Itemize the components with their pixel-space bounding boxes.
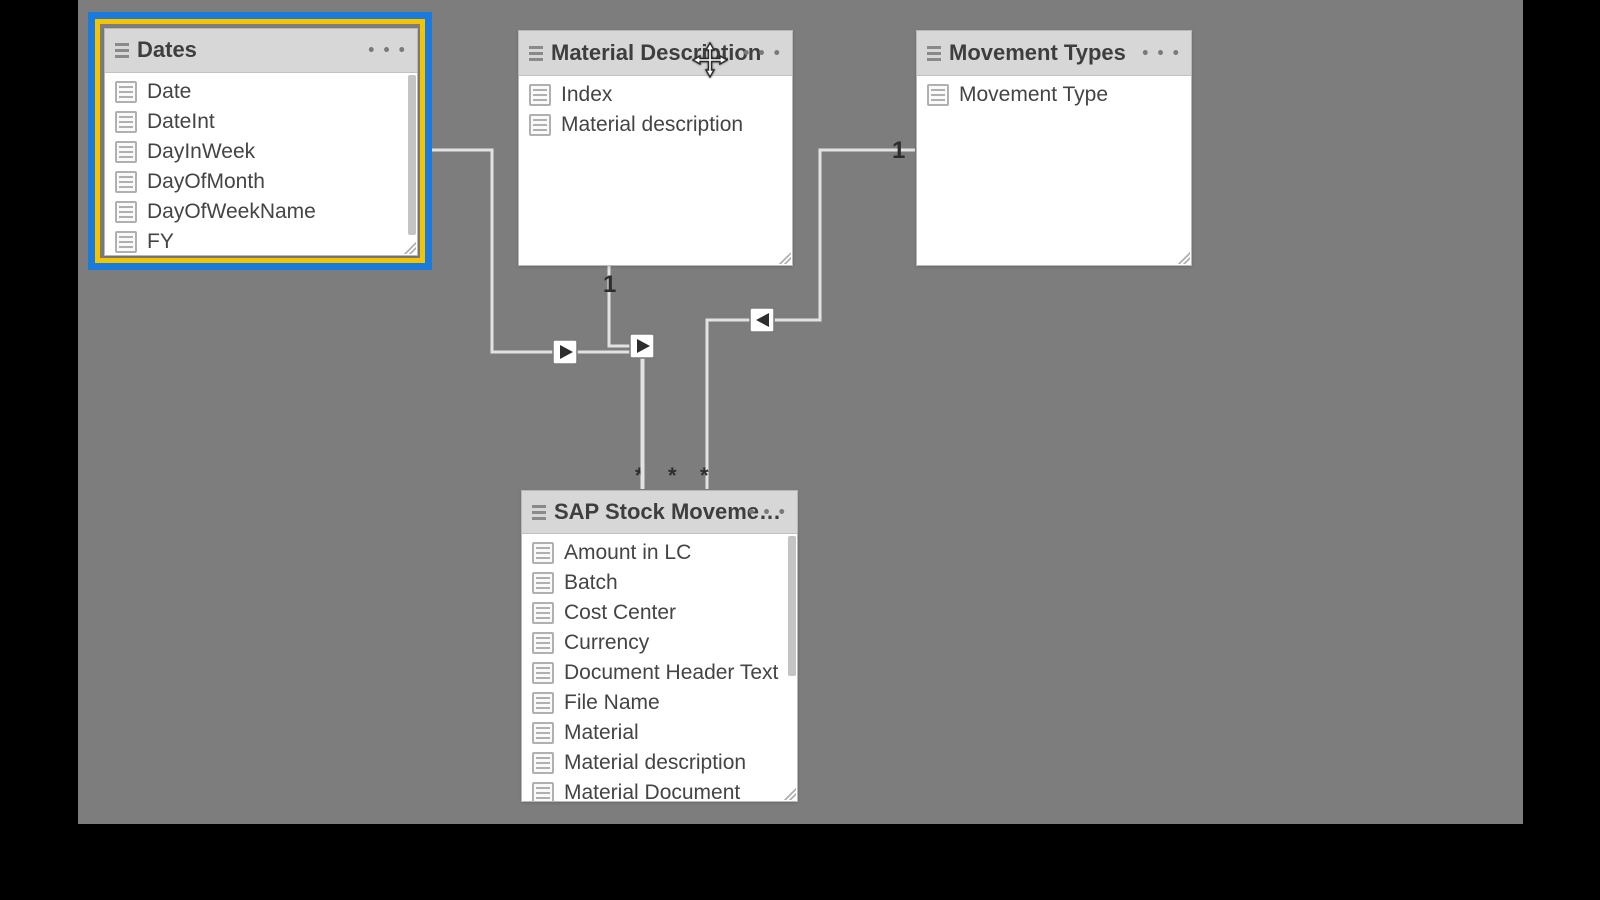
field-row[interactable]: Batch <box>522 568 797 598</box>
field-row[interactable]: Material description <box>519 110 792 140</box>
field-row[interactable]: Cost Center <box>522 598 797 628</box>
svg-text:*: * <box>668 463 677 488</box>
field-row[interactable]: Index <box>519 80 792 110</box>
field-row[interactable]: Movement Type <box>917 80 1191 110</box>
column-icon <box>115 81 137 103</box>
field-label: File Name <box>564 691 660 715</box>
column-icon <box>529 114 551 136</box>
table-body-matdesc[interactable]: Index Material description <box>519 76 792 265</box>
svg-text:*: * <box>700 463 709 488</box>
column-icon <box>532 692 554 714</box>
table-dates[interactable]: Dates • • • Date DateInt DayInWeek DayOf… <box>104 28 418 256</box>
more-icon[interactable]: • • • <box>368 40 407 61</box>
column-icon <box>115 111 137 133</box>
field-row[interactable]: File Name <box>522 688 797 718</box>
table-body-movtype[interactable]: Movement Type <box>917 76 1191 265</box>
column-icon <box>115 171 137 193</box>
svg-text:1: 1 <box>603 271 616 298</box>
field-label: DayInWeek <box>147 140 255 164</box>
field-label: DayOfWeekName <box>147 200 316 224</box>
column-icon <box>115 231 137 253</box>
column-icon <box>532 662 554 684</box>
field-label: Material description <box>561 113 743 137</box>
field-row[interactable]: Material Document <box>522 778 797 801</box>
table-material-description[interactable]: Material Description • • • Index Materia… <box>518 30 793 266</box>
table-header-sap[interactable]: SAP Stock Movements • • • <box>522 491 797 534</box>
more-icon[interactable]: • • • <box>743 43 782 64</box>
resize-handle[interactable] <box>1178 252 1190 264</box>
field-row[interactable]: DayInWeek <box>105 137 417 167</box>
field-label: DateInt <box>147 110 215 134</box>
rel-matdesc-sap <box>609 264 642 489</box>
field-label: Date <box>147 80 191 104</box>
table-header-movtype[interactable]: Movement Types • • • <box>917 31 1191 76</box>
field-label: Document Header Text <box>564 661 778 685</box>
field-label: Amount in LC <box>564 541 691 565</box>
table-sap-stock-movements[interactable]: SAP Stock Movements • • • Amount in LC B… <box>521 490 798 802</box>
field-label: Cost Center <box>564 601 676 625</box>
column-icon <box>529 84 551 106</box>
scrollbar[interactable] <box>788 536 796 676</box>
column-icon <box>532 722 554 744</box>
column-icon <box>115 201 137 223</box>
resize-handle[interactable] <box>404 242 416 254</box>
svg-text:1: 1 <box>892 137 905 164</box>
table-title: Dates <box>137 37 197 63</box>
field-row[interactable]: Date <box>105 77 417 107</box>
field-label: Index <box>561 83 612 107</box>
scrollbar[interactable] <box>408 75 416 235</box>
grip-icon <box>532 505 546 520</box>
resize-handle[interactable] <box>784 788 796 800</box>
field-row[interactable]: FY <box>105 227 417 255</box>
field-label: Currency <box>564 631 649 655</box>
table-movement-types[interactable]: Movement Types • • • Movement Type <box>916 30 1192 266</box>
table-title: Movement Types <box>949 40 1126 66</box>
field-row[interactable]: DayOfWeekName <box>105 197 417 227</box>
grip-icon <box>529 46 543 61</box>
field-label: FY <box>147 230 174 254</box>
field-label: DayOfMonth <box>147 170 265 194</box>
grip-icon <box>115 43 129 58</box>
field-row[interactable]: DateInt <box>105 107 417 137</box>
field-label: Material Document <box>564 781 740 801</box>
column-icon <box>927 84 949 106</box>
field-row[interactable]: Document Header Text <box>522 658 797 688</box>
field-row[interactable]: Amount in LC <box>522 538 797 568</box>
bottom-black-strip <box>0 824 1600 900</box>
column-icon <box>115 141 137 163</box>
grip-icon <box>927 46 941 61</box>
field-label: Material description <box>564 751 746 775</box>
table-header-dates[interactable]: Dates • • • <box>105 29 417 73</box>
column-icon <box>532 602 554 624</box>
column-icon <box>532 752 554 774</box>
field-row[interactable]: Currency <box>522 628 797 658</box>
table-body-dates[interactable]: Date DateInt DayInWeek DayOfMonth DayOfW… <box>105 73 417 255</box>
field-label: Movement Type <box>959 83 1108 107</box>
column-icon <box>532 632 554 654</box>
left-black-strip <box>0 0 78 824</box>
field-row[interactable]: Material <box>522 718 797 748</box>
svg-text:*: * <box>635 463 644 488</box>
resize-handle[interactable] <box>779 252 791 264</box>
more-icon[interactable]: • • • <box>1142 43 1181 64</box>
column-icon <box>532 572 554 594</box>
field-label: Material <box>564 721 639 745</box>
table-body-sap[interactable]: Amount in LC Batch Cost Center Currency … <box>522 534 797 801</box>
model-canvas[interactable]: * 1 * 1 * Dates • • • Date DateInt DayIn… <box>78 0 1523 824</box>
field-label: Batch <box>564 571 618 595</box>
table-title: Material Description <box>551 40 761 66</box>
field-row[interactable]: DayOfMonth <box>105 167 417 197</box>
column-icon <box>532 542 554 564</box>
field-row[interactable]: Material description <box>522 748 797 778</box>
more-icon[interactable]: • • • <box>748 502 787 523</box>
table-header-matdesc[interactable]: Material Description • • • <box>519 31 792 76</box>
column-icon <box>532 782 554 801</box>
